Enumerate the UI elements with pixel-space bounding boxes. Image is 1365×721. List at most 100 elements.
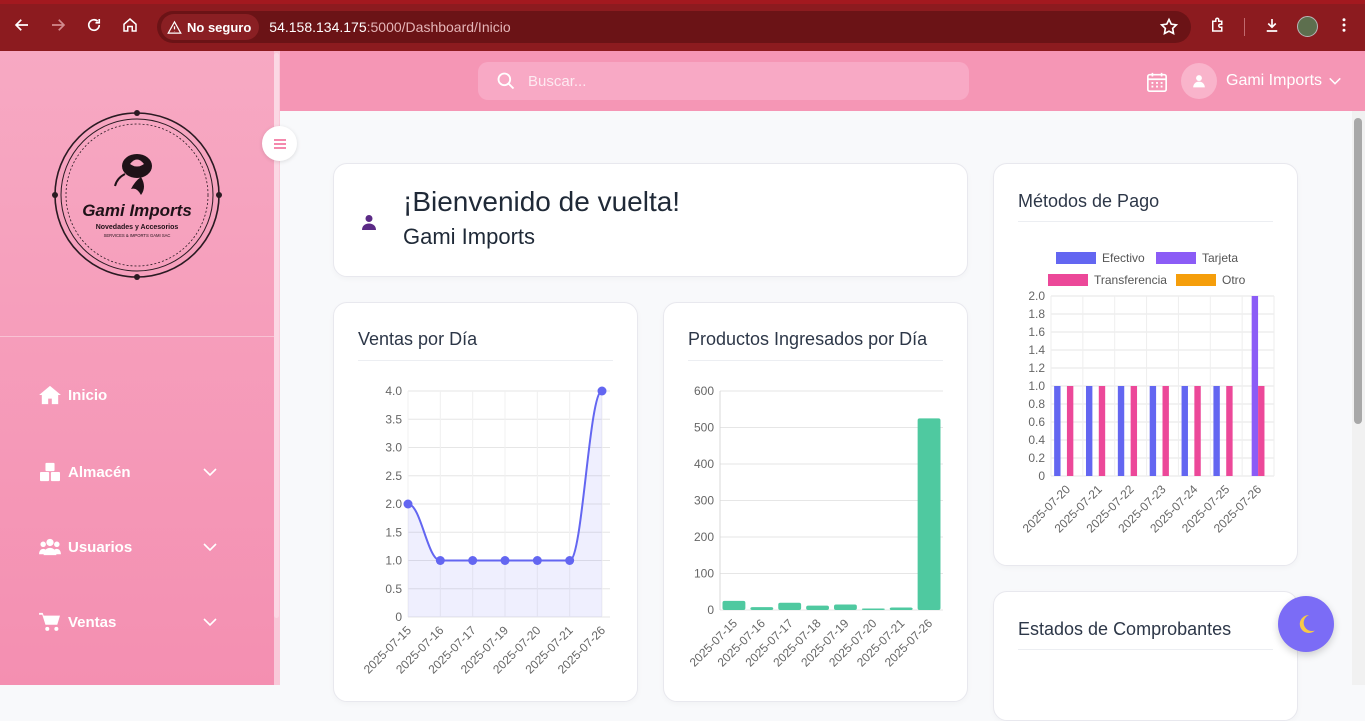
y-tick-label: 0 (707, 603, 714, 617)
main-scrollbar-thumb[interactable] (1354, 118, 1362, 424)
y-tick-label: 0.8 (1028, 397, 1045, 411)
sidebar-divider (0, 336, 274, 337)
metodos-bar (1085, 386, 1093, 476)
forward-icon[interactable] (45, 12, 71, 38)
moon-icon (1299, 614, 1315, 633)
sidebar-item-label: Almacén (68, 463, 131, 481)
productos-bar (834, 604, 857, 610)
legend-swatch (1048, 274, 1088, 286)
y-tick-label: 300 (694, 494, 714, 508)
search-box[interactable] (478, 62, 969, 100)
back-icon[interactable] (9, 12, 35, 38)
download-icon[interactable] (1259, 12, 1285, 38)
user-avatar (1181, 63, 1217, 99)
ventas-data-point (500, 556, 510, 565)
legend-swatch (1156, 252, 1196, 264)
y-tick-label: 2.0 (1028, 289, 1045, 303)
y-tick-label: 1.2 (1028, 361, 1045, 375)
bookmark-star-icon[interactable] (1159, 17, 1179, 37)
metodos-bar (1181, 386, 1188, 476)
estados-title: Estados de Comprobantes (1018, 619, 1232, 639)
home-browser-icon[interactable] (117, 12, 143, 38)
y-tick-label: 100 (694, 567, 714, 581)
address-bar[interactable]: No seguro 54.158.134.175:5000/Dashboard/… (157, 11, 1191, 43)
chevron-down-icon (203, 543, 217, 552)
calendar-icon[interactable] (1146, 71, 1168, 93)
productos-bar (778, 602, 802, 610)
y-tick-label: 1.8 (1028, 307, 1045, 321)
legend-label: Efectivo (1102, 251, 1145, 265)
productos-bar (889, 607, 913, 610)
ventas-data-point (403, 499, 413, 509)
sidebar-item-label: Usuarios (68, 538, 133, 556)
browser-toolbar: No seguro 54.158.134.175:5000/Dashboard/… (0, 0, 1365, 51)
sidebar-item-usuarios[interactable]: Usuarios (38, 532, 238, 562)
user-tie-icon (362, 215, 376, 230)
y-tick-label: 0.6 (1028, 415, 1045, 429)
metodos-bar-chart: Efectivo Tarjeta Transferencia Otro 0 0.2 0.4 0… (1020, 251, 1275, 536)
metodos-card: Métodos de Pago Efectivo Tarjeta Transfere… (993, 163, 1298, 566)
metodos-bar (1226, 386, 1233, 476)
tab-strip (0, 0, 1365, 4)
sidebar-item-inicio[interactable]: Inicio (38, 380, 238, 410)
productos-bar (750, 607, 774, 610)
search-input[interactable] (528, 72, 928, 90)
productos-bar (722, 600, 746, 610)
sidebar-item-ventas[interactable]: Ventas (38, 607, 238, 637)
user-name: Gami Imports (1226, 72, 1323, 89)
y-tick-label: 0.4 (1028, 433, 1045, 447)
legend-label: Otro (1222, 273, 1246, 287)
y-tick-label: 4.0 (385, 384, 402, 398)
rose-icon (114, 154, 152, 195)
welcome-subtitle: Gami Imports (403, 224, 536, 249)
productos-card: Productos Ingresados por Día 0 100 200 300 4… (663, 302, 968, 702)
y-tick-label: 0.5 (385, 582, 402, 596)
sidebar-item-almacen[interactable]: Almacén (38, 457, 238, 487)
y-tick-label: 0.2 (1028, 451, 1045, 465)
security-chip[interactable]: No seguro (161, 14, 260, 40)
svg-text:Gami Imports: Gami Imports (82, 201, 192, 220)
chevron-down-icon (1329, 77, 1341, 85)
y-tick-label: 500 (694, 421, 714, 435)
home-icon (38, 384, 62, 406)
y-tick-label: 3.0 (385, 441, 402, 455)
ventas-data-point (435, 556, 445, 565)
metodos-bar (1054, 386, 1061, 476)
welcome-card: ¡Bienvenido de vuelta! Gami Imports (333, 163, 968, 277)
sidebar-toggle-button[interactable] (262, 126, 297, 161)
y-tick-label: 2.0 (385, 497, 402, 511)
y-tick-label: 1.6 (1028, 325, 1045, 339)
ventas-data-point (565, 556, 575, 565)
y-tick-label: 1.5 (385, 525, 402, 539)
user-icon (1193, 75, 1205, 88)
metodos-bar (1162, 386, 1169, 476)
brand-logo[interactable]: Gami Imports Novedades y Accesorios SERV… (52, 110, 222, 280)
reload-icon[interactable] (81, 12, 107, 38)
theme-toggle-button[interactable] (1278, 596, 1334, 652)
topbar: Gami Imports (280, 51, 1365, 111)
y-tick-label: 3.5 (385, 412, 402, 426)
ventas-data-point (532, 556, 542, 565)
productos-bar (806, 605, 829, 610)
legend-label: Tarjeta (1202, 251, 1238, 265)
metodos-bar (1066, 386, 1074, 476)
legend-swatch (1056, 252, 1096, 264)
metodos-bar (1251, 296, 1259, 476)
menu-dots-icon[interactable] (1331, 12, 1357, 38)
y-tick-label: 200 (694, 530, 714, 544)
metodos-bar (1117, 386, 1125, 476)
user-menu[interactable]: Gami Imports (1181, 63, 1342, 99)
extensions-icon[interactable] (1205, 12, 1231, 38)
search-icon (497, 72, 515, 90)
boxes-icon (38, 461, 62, 483)
y-tick-label: 0 (395, 610, 402, 624)
ventas-data-point (597, 386, 607, 396)
y-tick-label: 1.0 (385, 554, 402, 568)
security-label: No seguro (187, 19, 252, 35)
y-tick-label: 0 (1038, 469, 1045, 483)
profile-avatar[interactable] (1297, 16, 1318, 37)
users-icon (38, 536, 62, 558)
svg-text:SERVICES & IMPORTS GAMI SAC: SERVICES & IMPORTS GAMI SAC (104, 233, 171, 238)
warning-icon (167, 20, 182, 34)
estados-card: Estados de Comprobantes (993, 591, 1298, 721)
